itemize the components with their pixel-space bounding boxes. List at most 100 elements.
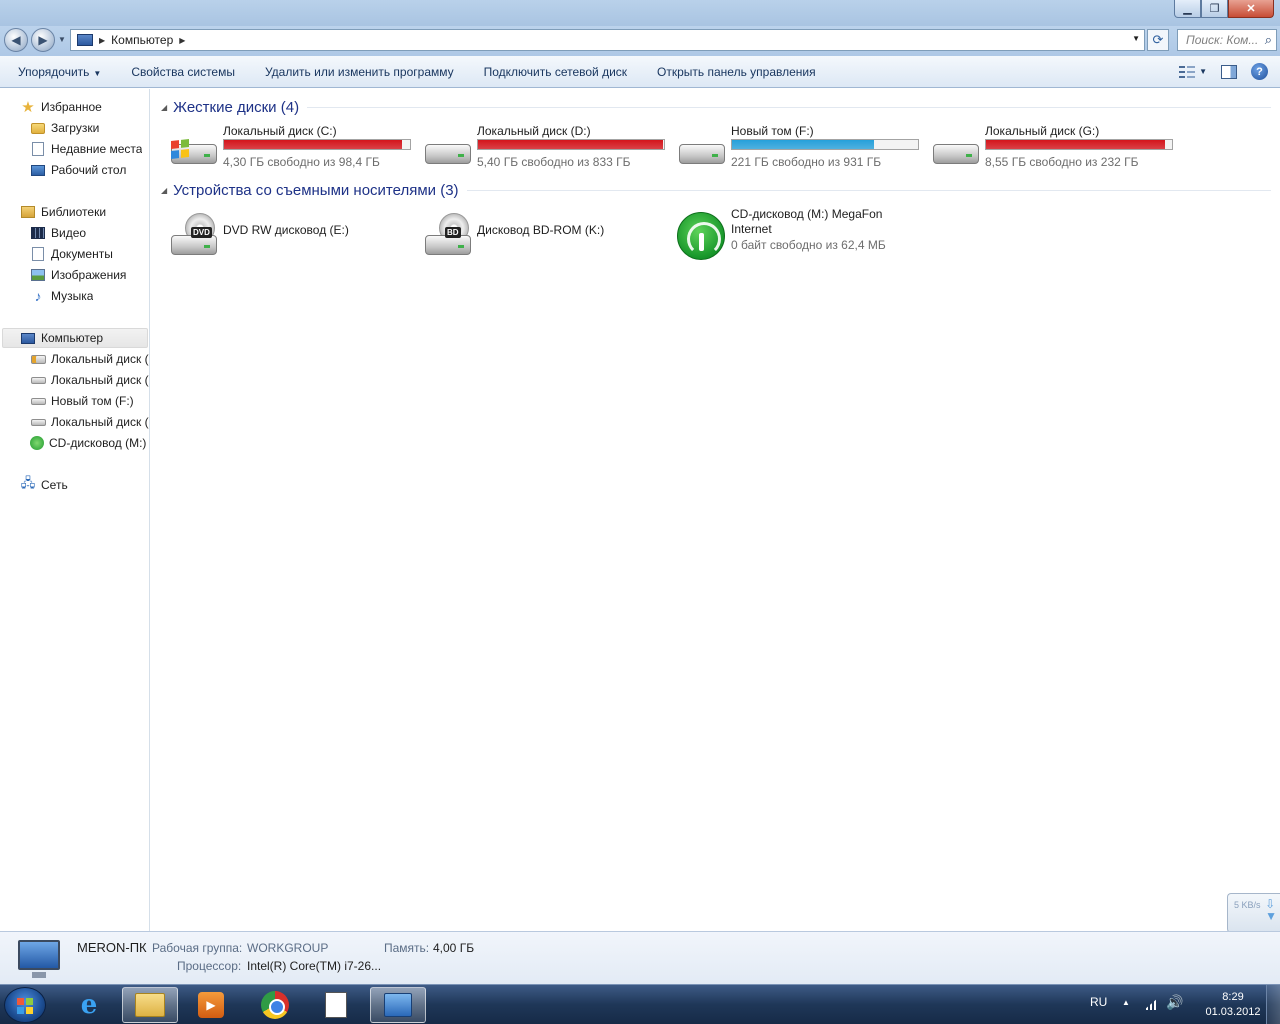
sidebar-item-label: Недавние места xyxy=(51,142,143,156)
sidebar-item-label: Документы xyxy=(51,247,113,261)
device-name: CD-дисковод (M:) MegaFon xyxy=(731,207,883,221)
sidebar-item-documents[interactable]: Документы xyxy=(30,244,113,264)
window-titlebar: ▁ ❐ ✕ xyxy=(0,0,1280,26)
system-properties-button[interactable]: Свойства системы xyxy=(116,65,250,79)
drive-tile-d[interactable]: Локальный диск (D:) 5,40 ГБ свободно из … xyxy=(423,124,673,180)
megafon-modem-icon xyxy=(30,436,44,450)
address-dropdown-icon[interactable]: ▼ xyxy=(1132,34,1140,43)
memory-label: Память: xyxy=(384,941,430,955)
chrome-icon xyxy=(261,991,289,1019)
taskbar-document[interactable] xyxy=(308,987,364,1023)
cpu-label: Процессор: xyxy=(177,959,242,973)
taskbar-chrome[interactable] xyxy=(247,987,303,1023)
back-button[interactable]: ◀ xyxy=(4,28,28,52)
hard-drive-icon xyxy=(30,372,46,388)
signal-strength-icon[interactable] xyxy=(1144,998,1158,1010)
cpu-value: Intel(R) Core(TM) i7-26... xyxy=(247,959,382,973)
sidebar-item-computer[interactable]: Компьютер xyxy=(2,328,148,348)
sidebar-item-libraries[interactable]: Библиотеки xyxy=(20,202,106,222)
video-library-icon xyxy=(30,225,46,241)
computer-monitor-icon xyxy=(18,940,60,978)
media-player-icon: ▶ xyxy=(198,992,224,1018)
sidebar-item-drive-c[interactable]: Локальный диск ( xyxy=(30,349,150,369)
drive-tile-c[interactable]: Локальный диск (C:) 4,30 ГБ свободно из … xyxy=(169,124,419,180)
taskbar-windows-explorer[interactable] xyxy=(122,987,178,1023)
clock[interactable]: 8:29 01.03.2012 xyxy=(1198,990,1268,1020)
sidebar-item-label: Загрузки xyxy=(51,121,100,135)
sidebar-item-recent-places[interactable]: Недавние места xyxy=(30,139,142,159)
sidebar-item-label: Локальный диск ( xyxy=(51,415,149,429)
clock-date: 01.03.2012 xyxy=(1205,1006,1261,1018)
sidebar-item-label: Видео xyxy=(51,226,87,240)
taskbar-network-manager[interactable] xyxy=(370,987,426,1023)
content-area: ◢ Жесткие диски (4) Локальный диск (C:) … xyxy=(151,89,1280,931)
system-drive-icon xyxy=(169,130,219,170)
open-control-panel-button[interactable]: Открыть панель управления xyxy=(642,65,831,79)
show-desktop-button[interactable] xyxy=(1266,985,1280,1024)
sidebar-item-label: Избранное xyxy=(41,100,102,114)
volume-icon[interactable]: 🔊 xyxy=(1166,994,1183,1011)
refresh-button[interactable]: ⟳ xyxy=(1147,29,1169,51)
group-header-hard-drives[interactable]: ◢ Жесткие диски (4) xyxy=(161,99,1271,116)
language-indicator[interactable]: RU xyxy=(1090,995,1107,1009)
sidebar-item-desktop[interactable]: Рабочий стол xyxy=(30,160,126,180)
change-view-icon[interactable] xyxy=(1179,64,1196,79)
sidebar-item-favorites[interactable]: ★ Избранное xyxy=(20,97,102,117)
group-header-removable[interactable]: ◢ Устройства со съемными носителями (3) xyxy=(161,182,1271,199)
minimize-button[interactable]: ▁ xyxy=(1174,0,1201,18)
taskbar-internet-explorer[interactable]: e xyxy=(61,987,117,1023)
preview-pane-icon[interactable] xyxy=(1221,64,1237,79)
show-hidden-icons-icon[interactable]: ▲ xyxy=(1122,998,1130,1007)
windows-logo-icon xyxy=(17,998,33,1014)
drive-tile-f[interactable]: Новый том (F:) 221 ГБ свободно из 931 ГБ xyxy=(677,124,927,180)
breadcrumb-separator-icon[interactable]: ▶ xyxy=(179,36,185,45)
device-tile-bd[interactable]: BD Дисковод BD-ROM (K:) xyxy=(423,207,673,263)
map-network-drive-button[interactable]: Подключить сетевой диск xyxy=(469,65,642,79)
forward-button[interactable]: ▶ xyxy=(31,28,55,52)
start-button[interactable] xyxy=(4,987,46,1023)
address-bar[interactable]: ▶ Компьютер ▶ ▼ xyxy=(70,29,1145,51)
sidebar-item-label: Локальный диск ( xyxy=(51,352,149,366)
sidebar-item-drive-m[interactable]: CD-дисковод (M:) xyxy=(30,433,150,453)
network-speed-gadget[interactable]: 5 KB/s ⇩ ▼ xyxy=(1227,893,1280,933)
organize-button[interactable]: Упорядочить ▼ xyxy=(0,65,116,79)
sidebar-item-network[interactable]: 🖧 Сеть xyxy=(20,475,68,495)
collapse-triangle-icon[interactable]: ◢ xyxy=(161,186,167,195)
breadcrumb-computer[interactable]: Компьютер xyxy=(111,33,173,47)
device-name: DVD RW дисковод (E:) xyxy=(223,223,349,237)
taskbar-media-player[interactable]: ▶ xyxy=(183,987,239,1023)
drive-name: Локальный диск (C:) xyxy=(223,124,337,138)
device-tile-dvd[interactable]: DVD DVD RW дисковод (E:) xyxy=(169,207,419,263)
sidebar-item-pictures[interactable]: Изображения xyxy=(30,265,126,285)
drive-usage-bar xyxy=(223,139,411,150)
device-name-line2: Internet xyxy=(731,222,772,236)
uninstall-program-button[interactable]: Удалить или изменить программу xyxy=(250,65,469,79)
close-button[interactable]: ✕ xyxy=(1228,0,1274,18)
search-input[interactable]: Поиск: Ком... ⌕ xyxy=(1177,29,1277,51)
view-options-dropdown-icon[interactable]: ▼ xyxy=(1199,67,1207,76)
device-free-space: 0 байт свободно из 62,4 МБ xyxy=(731,238,886,252)
group-divider xyxy=(466,190,1271,191)
sidebar-item-drive-f[interactable]: Новый том (F:) xyxy=(30,391,150,411)
network-manager-icon xyxy=(384,993,412,1017)
organize-label: Упорядочить xyxy=(18,64,90,79)
sidebar-item-music[interactable]: ♪ Музыка xyxy=(30,286,94,306)
collapse-triangle-icon[interactable]: ◢ xyxy=(161,103,167,112)
forward-arrow-icon: ▶ xyxy=(38,33,48,47)
search-icon[interactable]: ⌕ xyxy=(1265,32,1272,48)
group-divider xyxy=(307,107,1271,108)
sidebar-item-drive-g[interactable]: Локальный диск ( xyxy=(30,412,150,432)
recent-pages-dropdown[interactable]: ▼ xyxy=(58,35,66,44)
device-tile-megafon[interactable]: CD-дисковод (M:) MegaFon Internet 0 байт… xyxy=(677,207,927,263)
maximize-button[interactable]: ❐ xyxy=(1201,0,1228,18)
navigation-bar: ◀ ▶ ▼ ▶ Компьютер ▶ ▼ ⟳ Поиск: Ком... ⌕ xyxy=(0,26,1280,56)
desktop-icon xyxy=(30,162,46,178)
breadcrumb-separator-icon[interactable]: ▶ xyxy=(99,36,105,45)
sidebar-item-videos[interactable]: Видео xyxy=(30,223,86,243)
sidebar-item-downloads[interactable]: Загрузки xyxy=(30,118,99,138)
hard-drive-icon xyxy=(677,130,727,170)
help-icon[interactable]: ? xyxy=(1251,63,1268,80)
drive-tile-g[interactable]: Локальный диск (G:) 8,55 ГБ свободно из … xyxy=(931,124,1181,180)
sidebar-item-drive-d[interactable]: Локальный диск ( xyxy=(30,370,150,390)
sidebar-item-label: Локальный диск ( xyxy=(51,373,149,387)
